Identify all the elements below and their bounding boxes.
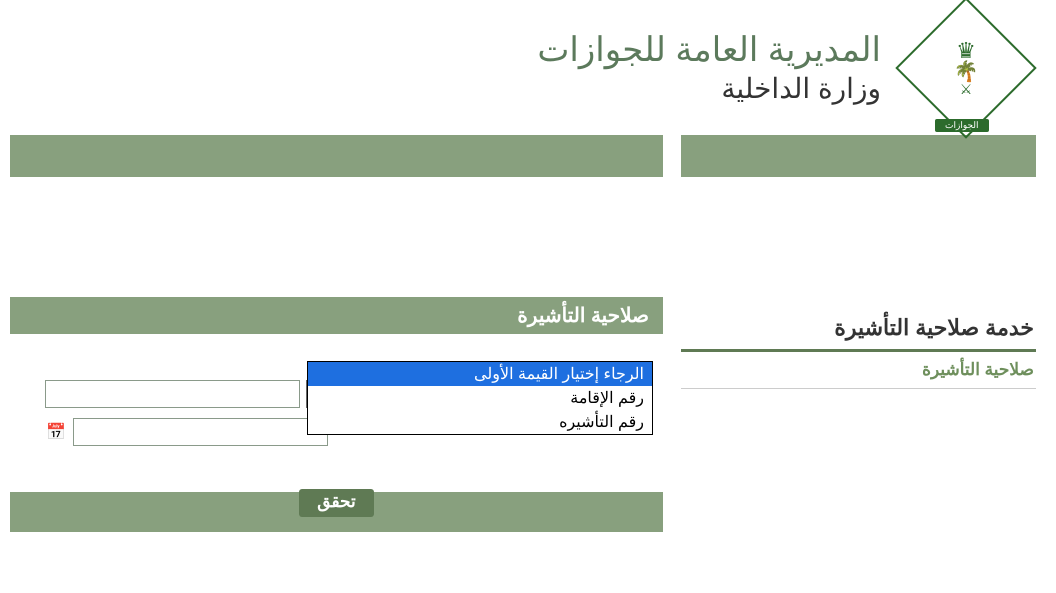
top-bars bbox=[0, 135, 1056, 177]
sidebar: خدمة صلاحية التأشيرة صلاحية التأشيرة bbox=[681, 187, 1036, 532]
panel-footer: تحقق bbox=[10, 492, 663, 532]
calendar-icon[interactable]: 📅 bbox=[45, 422, 67, 442]
header-title-main: المديرية العامة للجوازات bbox=[537, 30, 881, 70]
bar-main bbox=[10, 135, 663, 177]
id-number-input[interactable] bbox=[45, 380, 300, 408]
main-panel: صلاحية التأشيرة ▼ رقم الإقامة 📅 الرجاء إ… bbox=[10, 187, 663, 532]
id-type-dropdown[interactable]: الرجاء إختيار القيمة الأولى رقم الإقامة … bbox=[307, 361, 653, 435]
crown-icon: ♛ bbox=[956, 40, 976, 62]
swords-icon: ⚔ bbox=[960, 82, 973, 96]
sidebar-service-title: خدمة صلاحية التأشيرة bbox=[681, 307, 1036, 352]
verify-button[interactable]: تحقق bbox=[299, 489, 373, 517]
header-title-sub: وزارة الداخلية bbox=[537, 72, 881, 105]
palm-icon: 🌴 bbox=[954, 62, 979, 82]
logo-banner-text: الجوازات bbox=[935, 119, 989, 132]
dropdown-option-visa[interactable]: رقم التأشيره bbox=[308, 410, 652, 434]
dropdown-option-placeholder[interactable]: الرجاء إختيار القيمة الأولى bbox=[308, 362, 652, 386]
panel-title: صلاحية التأشيرة bbox=[10, 297, 663, 334]
sidebar-link-visa-validity[interactable]: صلاحية التأشيرة bbox=[681, 352, 1036, 389]
bar-sidebar bbox=[681, 135, 1036, 177]
page-header: ♛ 🌴 ⚔ الجوازات المديرية العامة للجوازات … bbox=[0, 0, 1056, 135]
logo: ♛ 🌴 ⚔ الجوازات bbox=[901, 8, 1031, 128]
dropdown-option-iqama[interactable]: رقم الإقامة bbox=[308, 386, 652, 410]
date-input[interactable] bbox=[73, 418, 328, 446]
